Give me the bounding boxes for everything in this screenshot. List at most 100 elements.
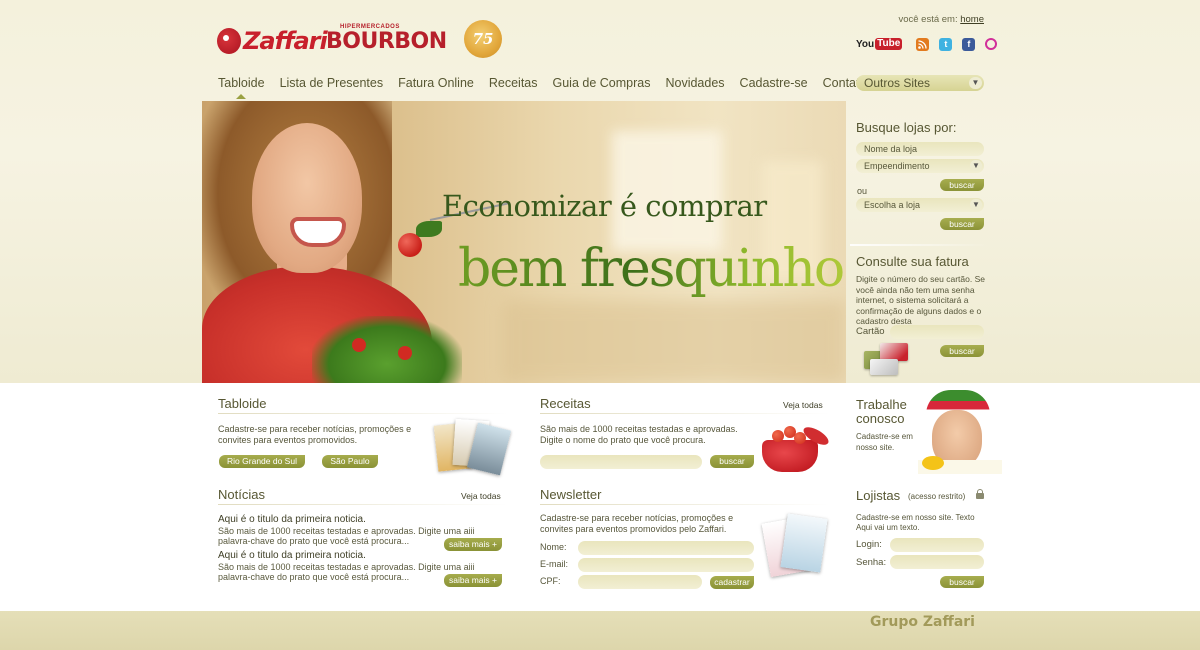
nav-fatura-online[interactable]: Fatura Online (398, 76, 474, 90)
lojistas-title: Lojistas (856, 488, 901, 503)
news-item-title[interactable]: Aqui é o titulo da primeira noticia. (218, 514, 366, 525)
lojistas-description: Cadastre-se em nosso site. Texto Aqui va… (856, 513, 975, 532)
store-search-button[interactable]: buscar (940, 179, 984, 191)
receitas-title: Receitas (540, 396, 591, 411)
breadcrumb-prefix: você está em: (898, 14, 958, 25)
newsletter-cpf-input[interactable] (578, 575, 702, 589)
breadcrumb-home-link[interactable]: home (960, 14, 984, 25)
magazine-page (780, 513, 828, 573)
salad-bowl (312, 316, 462, 383)
empreendimento-select[interactable]: Empeendimento ▼ (856, 159, 984, 173)
trabalhe-title[interactable]: Trabalhe conosco (856, 398, 907, 426)
newsletter-cpf-label: CPF: (540, 576, 561, 586)
zaffari-logo[interactable]: Zaffari (217, 24, 328, 58)
empreendimento-label: Empeendimento (864, 161, 930, 171)
recipe-pot-image (758, 420, 832, 476)
sidebar-divider (850, 244, 990, 246)
trabalhe-description: Cadastre-se em nosso site. (856, 432, 913, 452)
hero-headline: Economizar é comprar (442, 189, 767, 223)
noticias-title: Notícias (218, 487, 265, 502)
tabloide-title: Tabloide (218, 396, 267, 411)
recipe-search-button[interactable]: buscar (710, 455, 754, 468)
credit-cards-image (864, 343, 910, 377)
salad-tomato (352, 338, 366, 352)
section-underline (540, 504, 830, 505)
card-number-input[interactable] (890, 325, 984, 339)
orkut-icon[interactable] (985, 38, 998, 50)
other-sites-select[interactable]: Outros Sites ▼ (856, 75, 984, 91)
tabloide-description: Cadastre-se para receber notícias, promo… (218, 424, 412, 445)
nav-cadastre-se[interactable]: Cadastre-se (740, 76, 808, 90)
section-underline (540, 413, 830, 414)
newsletter-description: Cadastre-se para receber notícias, promo… (540, 513, 734, 534)
newsletter-title: Newsletter (540, 487, 602, 502)
invoice-search-button[interactable]: buscar (940, 345, 984, 357)
invoice-description: Digite o número do seu cartão. Se você a… (856, 274, 985, 326)
newsletter-email-input[interactable] (578, 558, 754, 572)
news-item-title[interactable]: Aqui é o titulo da primeira noticia. (218, 550, 366, 561)
bourbon-logo[interactable]: HIPERMERCADOS BOURBON (326, 24, 447, 54)
salad-tomato (398, 346, 412, 360)
password-label: Senha: (856, 557, 887, 568)
restricted-access-label: (acesso restrito) (908, 492, 966, 501)
tabloide-sp-button[interactable]: São Paulo (322, 455, 378, 468)
chevron-down-icon: ▼ (970, 199, 982, 210)
receitas-see-all-link[interactable]: Veja todas (783, 400, 823, 410)
pot-body (762, 440, 818, 472)
newsletter-name-label: Nome: (540, 542, 567, 552)
youtube-tube-text: Tube (875, 38, 903, 50)
lettuce-leaf (416, 221, 442, 237)
youtube-icon[interactable]: You Tube (856, 38, 903, 51)
youtube-you-text: You (856, 38, 875, 50)
trabalhe-title-line2: conosco (856, 411, 905, 426)
lojistas-login-button[interactable]: buscar (940, 576, 984, 588)
chevron-down-icon: ▼ (969, 77, 982, 89)
nav-guia-de-compras[interactable]: Guia de Compras (553, 76, 651, 90)
facebook-icon[interactable]: f (962, 37, 976, 51)
newsletter-submit-button[interactable]: cadastrar (710, 576, 754, 589)
section-underline (218, 504, 508, 505)
rss-icon[interactable] (916, 37, 930, 51)
choose-store-label: Escolha a loja (864, 200, 921, 210)
receitas-description: São mais de 1000 receitas testadas e apr… (540, 424, 738, 445)
employee-photo (918, 390, 1002, 474)
tabloide-rs-button[interactable]: Rio Grande do Sul (219, 455, 305, 468)
main-nav: Tabloide Lista de Presentes Fatura Onlin… (218, 75, 881, 99)
bourbon-logo-text: BOURBON (326, 29, 447, 54)
news-read-more-button[interactable]: saiba mais + (444, 574, 502, 587)
other-sites-label: Outros Sites (864, 76, 931, 90)
newsletter-name-input[interactable] (578, 541, 754, 555)
choose-store-select[interactable]: Escolha a loja ▼ (856, 198, 984, 212)
noticias-see-all-link[interactable]: Veja todas (461, 491, 501, 501)
footer-brand: Grupo Zaffari (870, 614, 975, 630)
pot-tomato (794, 432, 806, 444)
invoice-title: Consulte sua fatura (856, 254, 969, 269)
or-label: ou (857, 186, 868, 196)
card-label: Cartão (856, 326, 885, 337)
store-name-input[interactable]: Nome da loja (856, 142, 984, 156)
news-read-more-button[interactable]: saiba mais + (444, 538, 502, 551)
password-input[interactable] (890, 555, 984, 569)
pot-tomato (772, 430, 784, 442)
hero-banner[interactable]: Economizar é comprar bem fresquinho (202, 101, 846, 383)
nav-tabloide[interactable]: Tabloide (218, 76, 265, 99)
anniversary-badge: 75 (464, 20, 502, 58)
recipe-search-input[interactable] (540, 455, 702, 469)
lock-body (976, 493, 984, 499)
footer-bar (0, 611, 1200, 650)
store-search-title: Busque lojas por: (856, 120, 957, 135)
social-links: You Tube t f (856, 36, 1007, 52)
lock-icon (976, 489, 984, 499)
sunflower-icon (922, 456, 944, 470)
tabloide-flyers-image (432, 414, 512, 476)
breadcrumb: você está em: home (898, 14, 984, 25)
card-silver (870, 359, 898, 375)
login-input[interactable] (890, 538, 984, 552)
nav-novidades[interactable]: Novidades (665, 76, 724, 90)
choose-store-search-button[interactable]: buscar (940, 218, 984, 230)
nav-receitas[interactable]: Receitas (489, 76, 538, 90)
chevron-down-icon: ▼ (970, 160, 982, 171)
twitter-icon[interactable]: t (939, 37, 953, 51)
nav-lista-de-presentes[interactable]: Lista de Presentes (280, 76, 384, 90)
hero-tagline: bem fresquinho (458, 239, 846, 299)
